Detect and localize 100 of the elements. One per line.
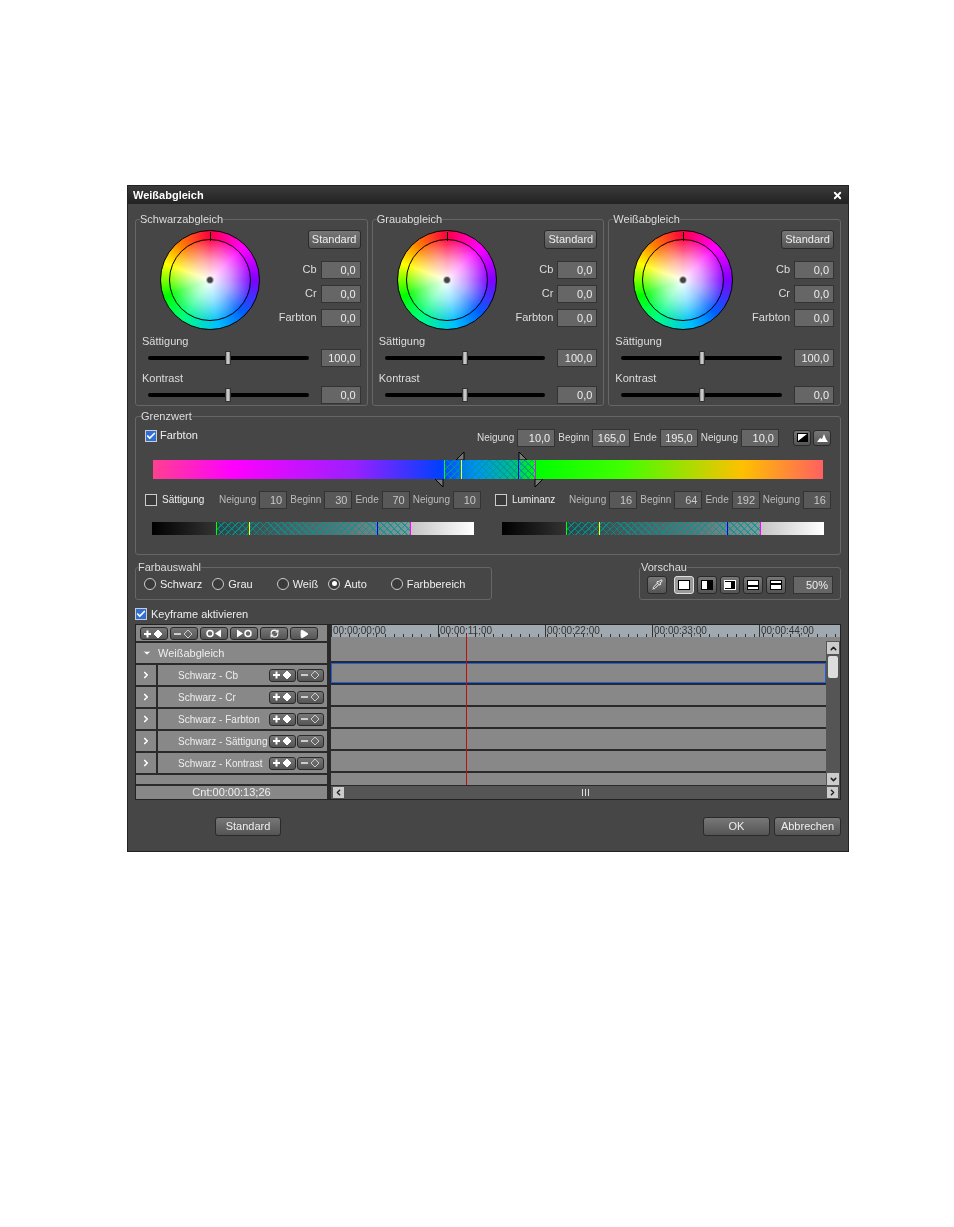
remove-keyframe-button[interactable] <box>297 734 324 748</box>
slider-track[interactable] <box>621 387 782 402</box>
zoom-field[interactable]: 50% <box>793 575 833 594</box>
value-field[interactable]: 70 <box>381 490 410 509</box>
track-group-row[interactable]: Weißabgleich <box>136 643 327 663</box>
radio-button[interactable] <box>276 577 289 590</box>
add-keyframe-button[interactable] <box>269 690 296 704</box>
remove-keyframe-button[interactable] <box>297 668 324 682</box>
slider-thumb[interactable] <box>225 350 232 365</box>
radio-label[interactable]: Grau <box>228 575 253 592</box>
hue-range-drawing[interactable] <box>153 451 823 487</box>
expand-toggle[interactable] <box>136 753 156 773</box>
value-field[interactable]: 0,0 <box>320 260 361 279</box>
value-field[interactable]: 0,0 <box>557 385 598 404</box>
radio-label[interactable]: Weiß <box>292 575 319 592</box>
track-row[interactable]: Schwarz - Cb <box>158 665 327 685</box>
expand-icon[interactable] <box>142 648 152 658</box>
toolbar-button[interactable] <box>140 627 168 640</box>
track-row[interactable]: Schwarz - Farbton <box>158 709 327 729</box>
track-row[interactable]: Schwarz - Cr <box>158 687 327 707</box>
preview-mode-button[interactable] <box>647 575 667 594</box>
track-row[interactable]: Schwarz - Sättigung <box>158 731 327 751</box>
value-field[interactable]: 100,0 <box>557 348 598 367</box>
value-field[interactable]: 0,0 <box>320 308 361 327</box>
add-keyframe-button[interactable] <box>269 712 296 726</box>
value-field[interactable]: 0,0 <box>320 284 361 303</box>
standard-button[interactable]: Standard <box>215 817 281 836</box>
value-field[interactable]: 0,0 <box>794 260 834 279</box>
slider-thumb[interactable] <box>462 350 468 365</box>
preview-mode-button[interactable] <box>720 575 740 594</box>
radio-button[interactable] <box>144 577 156 590</box>
value-field[interactable]: 0,0 <box>557 308 598 327</box>
value-field[interactable]: 192 <box>731 490 760 509</box>
toolbar-button[interactable] <box>170 627 198 640</box>
slider-thumb[interactable] <box>698 387 705 402</box>
track-row[interactable] <box>136 775 327 784</box>
value-field[interactable]: 195,0 <box>659 428 698 447</box>
slider-thumb[interactable] <box>462 387 468 402</box>
toolbar-button[interactable] <box>290 627 318 640</box>
checkbox-label[interactable]: Sättigung <box>162 492 205 507</box>
remove-keyframe-button[interactable] <box>297 712 324 726</box>
close-button[interactable] <box>832 189 843 201</box>
checkbox-label[interactable]: Keyframe aktivieren <box>151 605 249 622</box>
preview-mode-button[interactable] <box>766 575 786 594</box>
scroll-thumb[interactable] <box>828 656 838 678</box>
slider-track[interactable] <box>384 387 546 402</box>
checkbox[interactable] <box>495 493 507 506</box>
add-keyframe-button[interactable] <box>269 668 296 682</box>
radio-label[interactable]: Farbbereich <box>406 575 466 592</box>
track-row[interactable]: Schwarz - Kontrast <box>158 753 327 773</box>
histogram-icon-button[interactable] <box>813 429 831 446</box>
slider-track[interactable] <box>148 350 309 365</box>
value-field[interactable]: 100,0 <box>794 348 834 367</box>
cancel-button[interactable]: Abbrechen <box>774 817 841 836</box>
checkbox-label[interactable]: Farbton <box>160 427 198 444</box>
track-lane[interactable] <box>331 707 826 727</box>
radio-label[interactable]: Auto <box>344 575 367 592</box>
value-field[interactable]: 16 <box>803 490 831 509</box>
ok-button[interactable]: OK <box>703 817 770 836</box>
checkbox[interactable] <box>145 493 157 506</box>
slider-track[interactable] <box>148 387 309 402</box>
standard-button[interactable]: Standard <box>781 229 834 249</box>
vertical-scrollbar[interactable] <box>826 641 840 786</box>
gradient-icon-button[interactable] <box>793 429 811 446</box>
radio-button[interactable] <box>212 577 225 590</box>
value-field[interactable]: 100,0 <box>320 348 361 367</box>
toolbar-button[interactable] <box>200 627 228 640</box>
slider-thumb[interactable] <box>698 350 705 365</box>
expand-toggle[interactable] <box>136 731 156 751</box>
track-lane[interactable] <box>331 663 826 683</box>
track-lane[interactable] <box>331 729 826 749</box>
value-field[interactable]: 0,0 <box>794 308 834 327</box>
add-keyframe-button[interactable] <box>269 756 296 770</box>
value-field[interactable]: 16 <box>609 490 638 509</box>
toolbar-button[interactable] <box>230 627 258 640</box>
standard-button[interactable]: Standard <box>544 229 598 249</box>
radio-label[interactable]: Schwarz <box>160 575 203 592</box>
value-field[interactable]: 10,0 <box>517 428 556 447</box>
standard-button[interactable]: Standard <box>307 229 361 249</box>
add-keyframe-button[interactable] <box>269 734 296 748</box>
radio-button[interactable] <box>390 577 403 590</box>
track-lane[interactable] <box>331 685 826 705</box>
value-field[interactable]: 10 <box>453 490 481 509</box>
checkbox-label[interactable]: Luminanz <box>512 492 556 507</box>
preview-mode-button[interactable] <box>697 575 717 594</box>
value-field[interactable]: 10 <box>259 490 288 509</box>
expand-toggle[interactable] <box>136 665 156 685</box>
value-field[interactable]: 0,0 <box>557 260 598 279</box>
remove-keyframe-button[interactable] <box>297 690 324 704</box>
remove-keyframe-button[interactable] <box>297 756 324 770</box>
expand-toggle[interactable] <box>136 709 156 729</box>
value-field[interactable]: 0,0 <box>794 284 834 303</box>
expand-toggle[interactable] <box>136 687 156 707</box>
preview-mode-button[interactable] <box>743 575 763 594</box>
value-field[interactable]: 0,0 <box>320 385 361 404</box>
value-field[interactable]: 10,0 <box>741 428 779 447</box>
value-field[interactable]: 165,0 <box>592 428 631 447</box>
horizontal-scrollbar[interactable] <box>331 786 840 799</box>
value-field[interactable]: 64 <box>674 490 703 509</box>
slider-track[interactable] <box>621 350 782 365</box>
